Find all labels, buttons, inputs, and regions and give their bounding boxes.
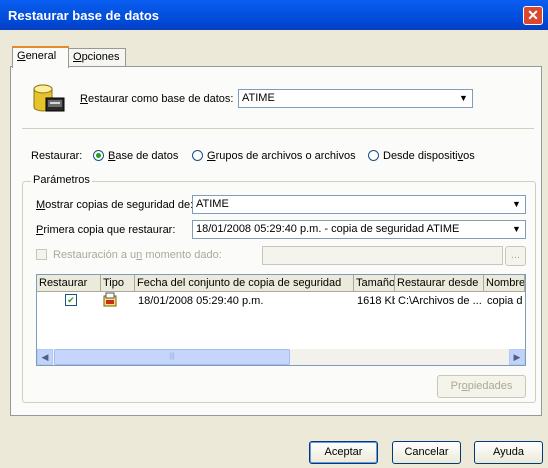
properties-button[interactable]: Propiedades [437, 375, 526, 398]
backup-date-cell: 18/01/2008 05:29:40 p.m. [138, 295, 264, 307]
scrollbar-thumb[interactable]: ||| [54, 349, 290, 365]
database-backup-icon [103, 292, 117, 307]
tab-label-part: pciones [81, 51, 120, 63]
column-header-name[interactable]: Nombre [484, 275, 525, 292]
parameters-legend: Parámetros [31, 174, 92, 186]
column-header-restore[interactable]: Restaurar [37, 275, 101, 292]
show-backups-value: ATIME [196, 198, 229, 210]
column-header-date[interactable]: Fecha del conjunto de copia de seguridad [135, 275, 354, 292]
restore-as-label: Restaurar como base de datos: [80, 93, 234, 105]
scroll-left-icon[interactable]: ◀ [37, 349, 53, 365]
show-backups-label: Mostrar copias de seguridad de: [36, 199, 194, 211]
close-button[interactable]: ✕ [523, 6, 543, 25]
radio-devices-label[interactable]: Desde dispositivos [383, 150, 475, 162]
first-backup-value: 18/01/2008 05:29:40 p.m. - copia de segu… [196, 223, 460, 235]
column-header-size[interactable]: Tamaño [354, 275, 395, 292]
tab-opciones[interactable]: Opciones [68, 48, 126, 66]
restore-type-label: Restaurar: [31, 150, 83, 162]
backup-name-cell: copia d [487, 295, 523, 307]
first-backup-label: Primera copia que restaurar: [36, 224, 176, 236]
chevron-down-icon[interactable]: ▼ [509, 197, 524, 212]
column-header-source[interactable]: Restaurar desde [395, 275, 484, 292]
backup-size-cell: 1618 Kb [357, 295, 395, 307]
restore-checkbox[interactable]: ✔ [65, 294, 77, 306]
point-in-time-label: Restauración a un momento dado: [53, 249, 222, 261]
point-in-time-checkbox[interactable] [36, 249, 47, 260]
backup-sets-table[interactable]: Restaurar Tipo Fecha del conjunto de cop… [36, 274, 526, 366]
restore-as-value: ATIME [242, 92, 275, 104]
tab-general[interactable]: General [12, 46, 69, 68]
cancel-button[interactable]: Cancelar [392, 441, 461, 464]
first-backup-combo[interactable]: 18/01/2008 05:29:40 p.m. - copia de segu… [192, 220, 526, 239]
radio-devices[interactable] [368, 150, 379, 161]
backup-source-cell: C:\Archivos de ... [398, 295, 482, 307]
radio-database[interactable] [93, 150, 104, 161]
column-header-type[interactable]: Tipo [101, 275, 135, 292]
dialog-window: Restaurar base de datos ✕ General Opcion… [0, 0, 548, 468]
separator [22, 128, 534, 129]
database-icon [33, 84, 65, 112]
window-title: Restaurar base de datos [8, 8, 160, 23]
tab-label-mnemonic: O [73, 51, 82, 63]
chevron-down-icon[interactable]: ▼ [509, 222, 524, 237]
radio-database-label[interactable]: Base de datos [108, 150, 178, 162]
radio-filegroups[interactable] [192, 150, 203, 161]
restore-as-combo[interactable]: ATIME ▼ [238, 89, 473, 108]
point-in-time-field[interactable] [262, 246, 503, 265]
browse-button[interactable]: ... [505, 246, 526, 266]
tab-label-part: eneral [25, 50, 57, 62]
show-backups-combo[interactable]: ATIME ▼ [192, 195, 526, 214]
chevron-down-icon[interactable]: ▼ [456, 91, 471, 106]
accept-button[interactable]: Aceptar [309, 441, 378, 464]
help-button[interactable]: Ayuda [474, 441, 543, 464]
scroll-right-icon[interactable]: ▶ [509, 349, 525, 365]
title-bar[interactable]: Restaurar base de datos ✕ [0, 0, 548, 30]
tab-label-mnemonic: G [17, 50, 26, 62]
horizontal-scrollbar[interactable]: ◀ ||| ▶ [37, 349, 525, 365]
radio-filegroups-label[interactable]: Grupos de archivos o archivos [207, 150, 356, 162]
